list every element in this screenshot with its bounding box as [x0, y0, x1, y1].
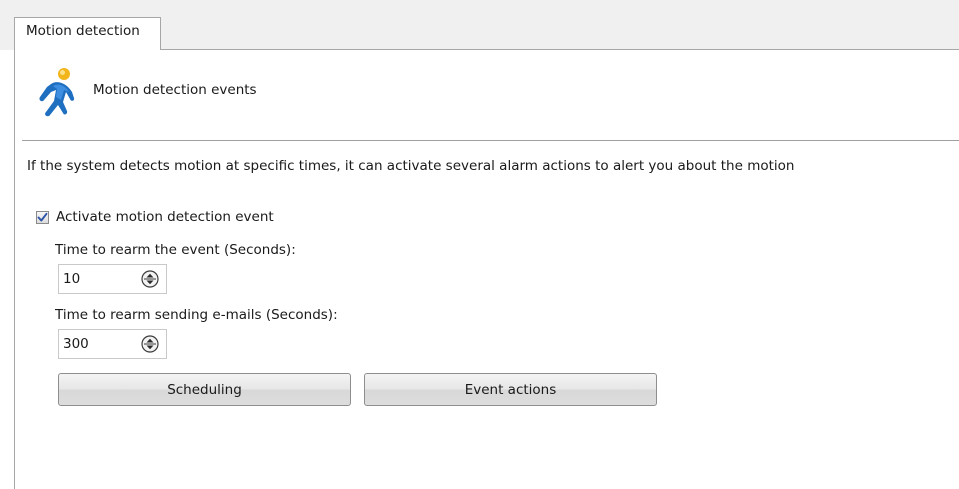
- spin-up-down-icon[interactable]: [141, 270, 159, 288]
- description-text: If the system detects motion at specific…: [27, 158, 795, 174]
- running-person-icon: [39, 68, 75, 117]
- activate-motion-event-checkbox[interactable]: [36, 210, 49, 224]
- header-divider: [22, 140, 959, 141]
- rearm-email-value[interactable]: 300: [63, 336, 89, 352]
- rearm-event-spinbox[interactable]: 10: [58, 264, 167, 294]
- rearm-email-spinbox[interactable]: 300: [58, 329, 167, 359]
- rearm-event-value[interactable]: 10: [63, 271, 80, 287]
- tab-motion-detection[interactable]: Motion detection: [14, 17, 161, 50]
- motion-detection-window: Motion detection Motion detection events…: [0, 0, 959, 489]
- rearm-event-label: Time to rearm the event (Seconds):: [55, 242, 296, 258]
- scheduling-button[interactable]: Scheduling: [58, 373, 351, 406]
- checkmark-icon: [37, 212, 48, 221]
- tab-label: Motion detection: [26, 23, 140, 39]
- activate-motion-event-row[interactable]: Activate motion detection event: [36, 208, 274, 226]
- spin-up-down-icon[interactable]: [141, 335, 159, 353]
- header-title: Motion detection events: [93, 82, 257, 98]
- rearm-email-label: Time to rearm sending e-mails (Seconds):: [55, 307, 338, 323]
- activate-motion-event-label: Activate motion detection event: [56, 209, 274, 225]
- event-actions-button[interactable]: Event actions: [364, 373, 657, 406]
